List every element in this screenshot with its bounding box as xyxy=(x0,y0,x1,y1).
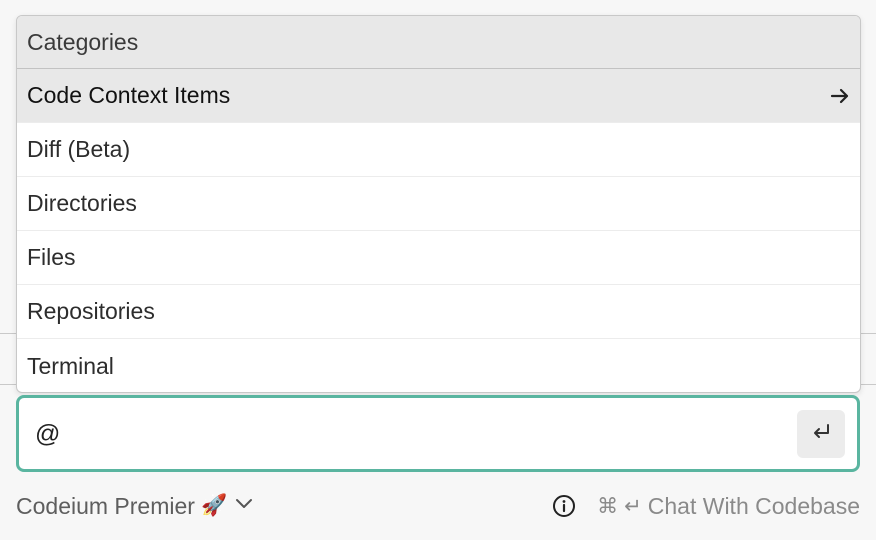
model-label: Codeium Premier xyxy=(16,492,195,519)
menu-item-label: Code Context Items xyxy=(27,82,231,108)
dropdown-header: Categories xyxy=(17,16,860,69)
rocket-icon: 🚀 xyxy=(200,494,228,517)
arrow-right-icon xyxy=(828,84,852,108)
chat-panel: Categories Code Context Items Diff (Beta… xyxy=(0,0,876,540)
command-key-icon: ⌘ xyxy=(597,494,619,518)
menu-item-code-context-items[interactable]: Code Context Items xyxy=(17,69,860,123)
menu-item-directories[interactable]: Directories xyxy=(17,177,860,231)
menu-item-files[interactable]: Files xyxy=(17,231,860,285)
enter-key-icon: ↵ xyxy=(624,494,642,518)
mention-dropdown: Categories Code Context Items Diff (Beta… xyxy=(16,15,861,393)
menu-item-repositories[interactable]: Repositories xyxy=(17,285,860,339)
menu-item-label: Repositories xyxy=(27,298,155,324)
chat-input[interactable]: @ xyxy=(16,395,860,472)
chat-with-codebase-button[interactable]: ⌘ ↵ Chat With Codebase xyxy=(597,493,860,520)
menu-item-label: Diff (Beta) xyxy=(27,136,131,162)
codebase-label: Chat With Codebase xyxy=(647,492,860,519)
menu-item-label: Terminal xyxy=(27,352,114,379)
chat-footer: Codeium Premier 🚀 ⌘ ↵ Chat With Codebase xyxy=(16,486,860,526)
menu-item-label: Directories xyxy=(27,190,137,216)
menu-item-terminal[interactable]: Terminal xyxy=(17,339,860,392)
chat-input-value[interactable]: @ xyxy=(35,420,60,449)
menu-item-label: Files xyxy=(27,244,76,270)
menu-item-diff[interactable]: Diff (Beta) xyxy=(17,123,860,177)
model-selector[interactable]: Codeium Premier 🚀 xyxy=(16,492,255,520)
enter-icon xyxy=(809,420,833,449)
chevron-down-icon xyxy=(233,492,255,520)
send-button[interactable] xyxy=(797,410,845,458)
info-icon[interactable] xyxy=(551,493,577,519)
footer-actions: ⌘ ↵ Chat With Codebase xyxy=(551,493,860,520)
